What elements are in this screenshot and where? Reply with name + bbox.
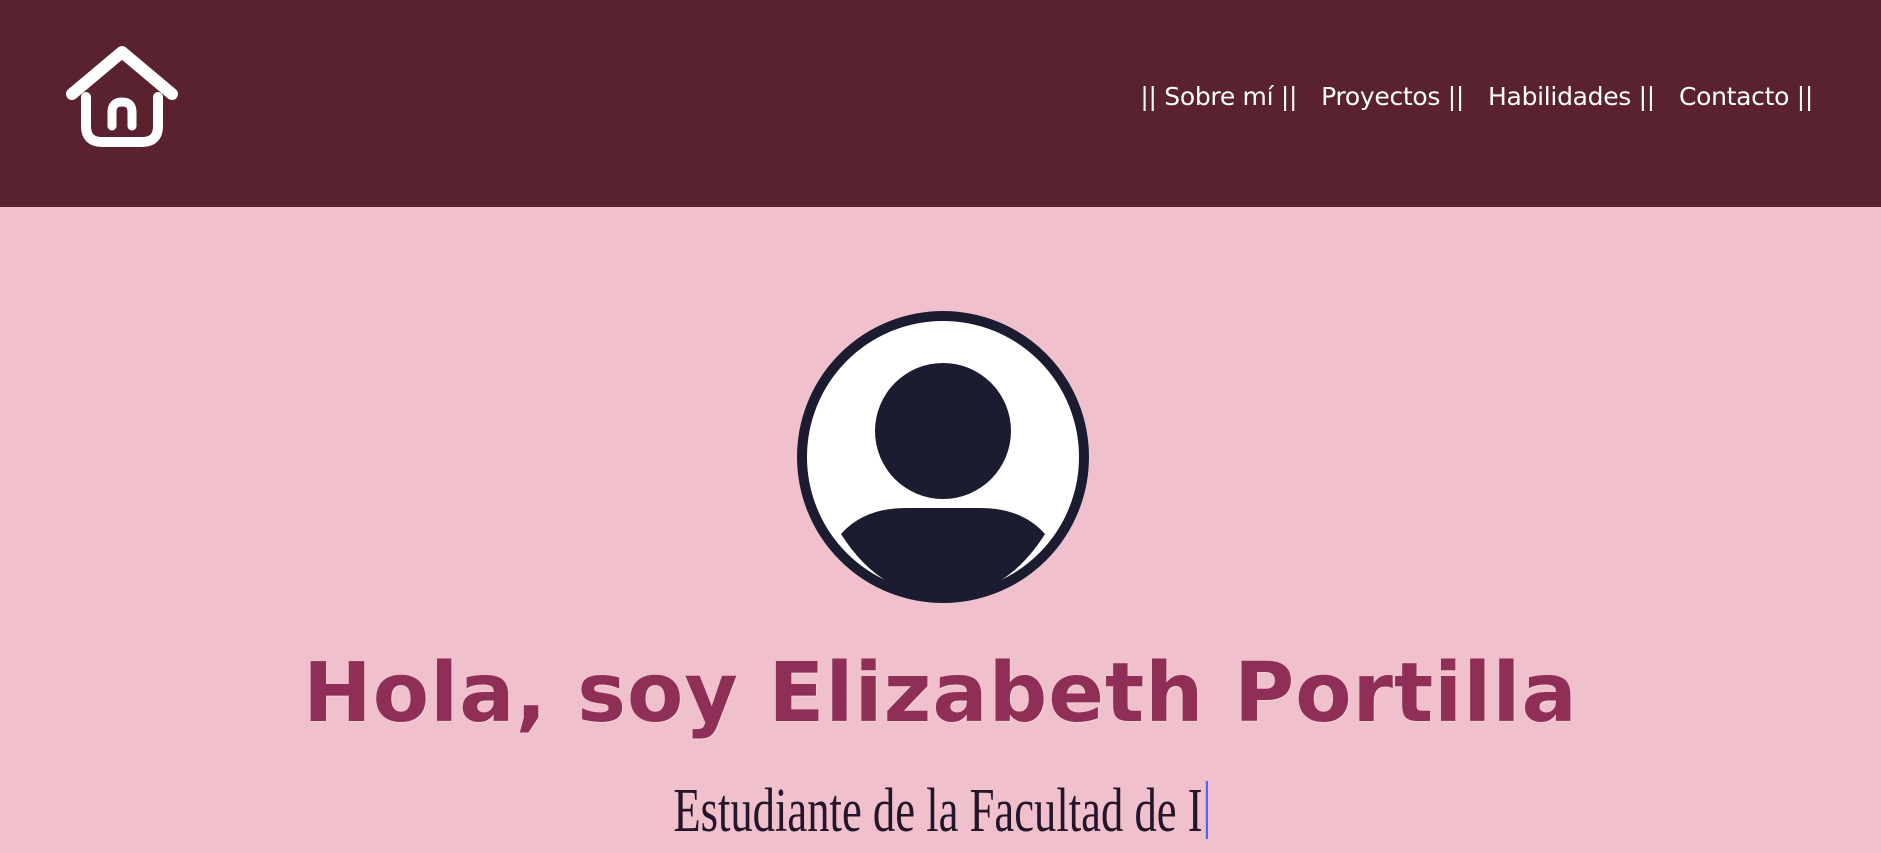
typing-cursor bbox=[1205, 781, 1208, 839]
nav-link-contacto[interactable]: Contacto || bbox=[1679, 80, 1813, 114]
nav-link-habilidades[interactable]: Habilidades || bbox=[1488, 80, 1655, 114]
typed-text: Estudiante de la Facultad de I bbox=[673, 777, 1203, 845]
user-avatar-icon bbox=[797, 311, 1089, 603]
home-link[interactable] bbox=[64, 44, 180, 154]
home-icon bbox=[66, 46, 178, 147]
main-navigation: || Sobre mí || Proyectos || Habilidades … bbox=[1140, 80, 1813, 114]
nav-link-proyectos[interactable]: Proyectos || bbox=[1321, 80, 1464, 114]
nav-link-sobre-mi[interactable]: || Sobre mí || bbox=[1140, 80, 1297, 114]
site-header: || Sobre mí || Proyectos || Habilidades … bbox=[0, 0, 1881, 207]
hero-title: Hola, soy Elizabeth Portilla bbox=[303, 646, 1578, 741]
hero-subtitle: Estudiante de la Facultad de I bbox=[263, 770, 1617, 852]
